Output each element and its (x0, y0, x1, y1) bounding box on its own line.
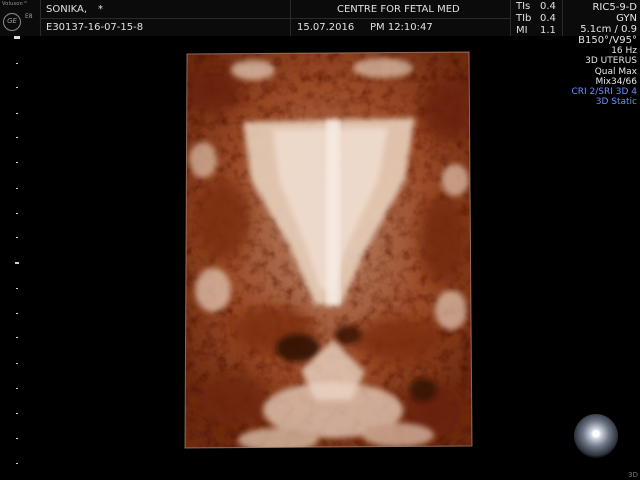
depth-scale (0, 36, 24, 480)
parameter-panel: RIC5-9-D GYN 5.1cm / 0.9 B150°/V95° 16 H… (571, 2, 637, 108)
logo-brand: Voluson™ (2, 1, 29, 7)
logo-model: E8 (25, 13, 33, 20)
corner-mode-mark: 3D (628, 471, 638, 479)
mode-title: 3D UTERUS (585, 56, 637, 67)
volume-angle: B150°/V95° (578, 35, 637, 46)
static-mode: 3D Static (595, 97, 637, 108)
patient-id: E30137-16-07-15-8 (46, 22, 144, 33)
depth-tick (16, 162, 18, 163)
depth-tick (16, 438, 18, 439)
depth-tick (16, 213, 18, 214)
mi-label: MI (516, 25, 528, 36)
depth-tick (16, 313, 18, 314)
header-divider (562, 0, 563, 36)
probe-name: RIC5-9-D (592, 2, 637, 13)
depth-tick (16, 413, 18, 414)
header-bar: Voluson™ GE E8 SONIKA, * CENTRE FOR FETA… (0, 0, 640, 36)
tis-value: 0.4 (540, 1, 556, 12)
depth-tick (16, 388, 18, 389)
logo-mark: GE (3, 13, 21, 31)
trackball-icon[interactable] (574, 414, 618, 458)
mi-value: 1.1 (540, 25, 556, 36)
depth-tick (16, 188, 18, 189)
exam-time: PM 12:10:47 (370, 22, 433, 33)
depth-tick (16, 137, 18, 138)
depth-tick-major (15, 262, 19, 264)
3d-render-view[interactable] (183, 50, 473, 450)
patient-marker: * (98, 4, 103, 15)
depth-tick (16, 463, 18, 464)
depth-tick (16, 363, 18, 364)
tib-label: TIb (516, 13, 532, 24)
depth-zoom: 5.1cm / 0.9 (580, 24, 637, 35)
patient-name: SONIKA, (46, 4, 88, 15)
tis-label: TIs (516, 1, 531, 12)
mix-setting: Mix34/66 (595, 76, 637, 87)
tib-value: 0.4 (540, 13, 556, 24)
exam-date: 15.07.2016 (297, 22, 355, 33)
quality-setting: Qual Max (594, 66, 637, 77)
ge-logo-icon: Voluson™ GE E8 (0, 0, 41, 36)
header-divider (40, 18, 510, 19)
depth-tick (16, 63, 18, 64)
exam-preset: GYN (616, 13, 637, 24)
depth-tick (16, 288, 18, 289)
cri-sri-setting: CRI 2/SRI 3D 4 (571, 87, 637, 98)
uterus-3d-render (184, 51, 473, 449)
institution-name: CENTRE FOR FETAL MED (337, 4, 460, 15)
depth-tick (16, 36, 18, 37)
depth-tick (16, 237, 18, 238)
depth-tick (16, 113, 18, 114)
depth-tick (16, 87, 18, 88)
depth-tick (16, 337, 18, 338)
header-divider (510, 0, 511, 36)
frame-rate: 16 Hz (611, 46, 637, 56)
